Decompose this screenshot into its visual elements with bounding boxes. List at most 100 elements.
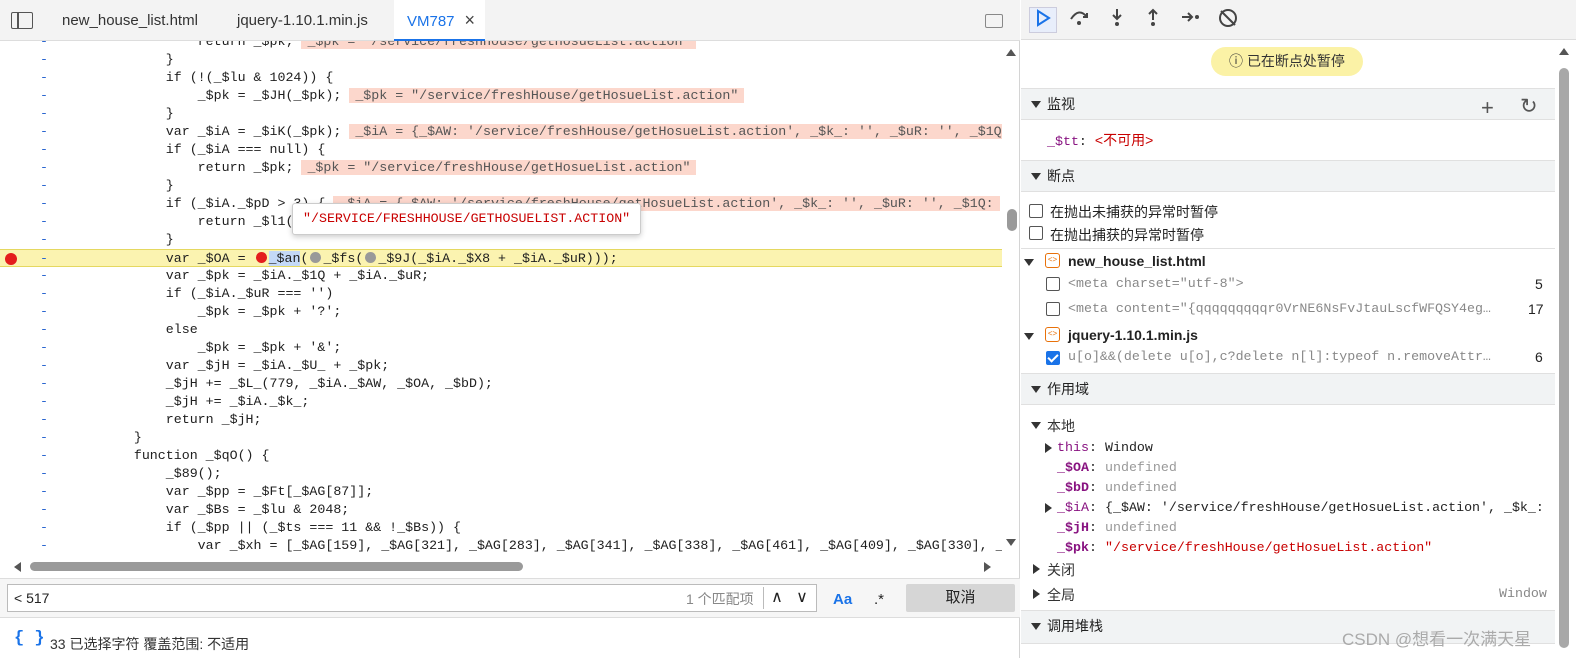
inline-breakpoint-icon[interactable]	[310, 252, 322, 263]
line-gutter[interactable]: -	[0, 195, 70, 213]
code-vertical-scrollbar[interactable]	[1004, 44, 1018, 554]
line-gutter[interactable]: -	[0, 447, 70, 465]
line-gutter[interactable]: -	[0, 411, 70, 429]
inline-breakpoint-icon[interactable]	[365, 252, 377, 263]
scope-local[interactable]: 本地	[1029, 415, 1549, 435]
scroll-up-icon[interactable]	[1559, 48, 1569, 55]
code-line[interactable]: - }	[0, 51, 1002, 69]
code-line[interactable]: - _$89();	[0, 465, 1002, 483]
code-line[interactable]: - }	[0, 429, 1002, 447]
refresh-icon[interactable]: ↻	[1520, 92, 1538, 122]
breakpoint-checkbox[interactable]	[1046, 302, 1060, 316]
code-line[interactable]: - if (_$iA._$uR === '')	[0, 285, 1002, 303]
scrollbar-thumb[interactable]	[30, 562, 523, 571]
cancel-button[interactable]: 取消	[906, 584, 1015, 612]
line-gutter[interactable]: -	[0, 393, 70, 411]
code-line[interactable]: - if (_$iA === null) {	[0, 141, 1002, 159]
scope-variable[interactable]: _$pk: "/service/freshHouse/getHosueList.a…	[1043, 539, 1553, 559]
scope-global[interactable]: 全局 Window	[1029, 584, 1549, 604]
line-gutter[interactable]: -	[0, 231, 70, 249]
code-line[interactable]: - _$pk = _$JH(_$pk); _$pk = "/service/fre…	[0, 87, 1002, 105]
line-gutter[interactable]: -	[0, 51, 70, 69]
add-watch-icon[interactable]: +	[1481, 93, 1494, 123]
regex-button[interactable]: .*	[874, 591, 884, 608]
code-line[interactable]: - var _$iA = _$iK(_$pk); _$iA = {_$AW: '/…	[0, 123, 1002, 141]
line-gutter[interactable]: -	[0, 375, 70, 393]
line-gutter[interactable]: -	[0, 141, 70, 159]
line-gutter[interactable]: -	[0, 87, 70, 105]
code-line[interactable]: - return _$pk; _$pk = "/service/freshHous…	[0, 41, 1002, 51]
step-into-icon[interactable]	[1103, 7, 1131, 33]
scroll-left-icon[interactable]	[14, 562, 21, 572]
line-gutter[interactable]: -	[0, 357, 70, 375]
scope-section-header[interactable]: 作用域	[1021, 373, 1555, 405]
line-gutter[interactable]: -	[0, 321, 70, 339]
scroll-right-icon[interactable]	[984, 562, 991, 572]
watch-expression[interactable]: _$tt: <不可用>	[1047, 130, 1153, 150]
code-line[interactable]: - return _$jH;	[0, 411, 1002, 429]
code-line[interactable]: - _$pk = _$pk + '&';	[0, 339, 1002, 357]
line-gutter[interactable]: -	[0, 213, 70, 231]
resume-icon[interactable]	[1029, 7, 1057, 33]
code-editor[interactable]: - return _$pk; _$pk = "/service/freshHous…	[0, 41, 1002, 558]
code-line[interactable]: - var _$jH = _$iA._$U_ + _$pk;	[0, 357, 1002, 375]
sidebar-scrollbar[interactable]	[1555, 40, 1575, 658]
code-line[interactable]: - return _$pk; _$pk = "/service/freshHous…	[0, 159, 1002, 177]
line-gutter[interactable]: -	[0, 465, 70, 483]
line-gutter[interactable]: -	[0, 159, 70, 177]
code-line[interactable]: - var _$pp = _$Ft[_$AG[87]];	[0, 483, 1002, 501]
scope-variable[interactable]: _$iA: {_$AW: '/service/freshHouse/getHosu…	[1043, 499, 1553, 519]
line-gutter[interactable]: -	[0, 339, 70, 357]
line-gutter[interactable]: -	[0, 303, 70, 321]
breakpoints-section-header[interactable]: 断点	[1021, 160, 1555, 192]
close-icon[interactable]: ×	[465, 0, 476, 41]
breakpoint-checkbox[interactable]	[1046, 351, 1060, 365]
previous-match-button[interactable]: ∧	[767, 588, 787, 608]
pause-caught-checkbox[interactable]	[1029, 226, 1043, 240]
step-out-icon[interactable]	[1139, 7, 1167, 33]
scrollbar-thumb[interactable]	[1007, 209, 1017, 231]
line-gutter[interactable]: -	[0, 285, 70, 303]
match-case-button[interactable]: Aa	[833, 591, 852, 608]
line-gutter[interactable]: -	[0, 123, 70, 141]
scope-variable[interactable]: _$bD: undefined	[1043, 479, 1553, 499]
code-line[interactable]: - _$jH += _$L_(779, _$iA._$AW, _$OA, _$b…	[0, 375, 1002, 393]
line-gutter[interactable]: -	[0, 537, 70, 555]
next-match-button[interactable]: ∨	[792, 588, 812, 608]
line-gutter[interactable]: -	[0, 429, 70, 447]
line-gutter[interactable]: -	[0, 69, 70, 87]
scope-variable[interactable]: this: Window	[1043, 439, 1553, 459]
step-over-icon[interactable]	[1065, 7, 1093, 33]
tab-new-house-list[interactable]: new_house_list.html	[62, 0, 198, 41]
scrollbar-thumb[interactable]	[1559, 68, 1569, 648]
tab-jquery[interactable]: jquery-1.10.1.min.js	[237, 0, 368, 41]
code-line[interactable]: - _$pk = _$pk + '?';	[0, 303, 1002, 321]
code-line[interactable]: - function _$qO() {	[0, 447, 1002, 465]
code-line[interactable]: - var _$xh = [_$AG[159], _$AG[321], _$AG…	[0, 537, 1002, 555]
scroll-up-icon[interactable]	[1006, 49, 1016, 56]
inline-breakpoint-icon[interactable]	[255, 252, 267, 263]
line-gutter[interactable]: -	[0, 501, 70, 519]
pause-uncaught-checkbox[interactable]	[1029, 204, 1043, 218]
line-gutter[interactable]: -	[0, 41, 70, 51]
code-line[interactable]: - else	[0, 321, 1002, 339]
breakpoint-file-jquery[interactable]: <> jquery-1.10.1.min.js	[1021, 325, 1555, 347]
code-line[interactable]: - var _$pk = _$iA._$1Q + _$iA._$uR;	[0, 267, 1002, 285]
line-gutter[interactable]: -	[0, 519, 70, 537]
line-gutter[interactable]: -	[0, 105, 70, 123]
scroll-down-icon[interactable]	[1006, 539, 1016, 546]
scope-closure[interactable]: 关闭	[1029, 559, 1549, 579]
code-horizontal-scrollbar[interactable]	[0, 558, 1002, 576]
code-line[interactable]: - _$jH += _$iA._$k_;	[0, 393, 1002, 411]
watch-section-header[interactable]: 监视 + ↻	[1021, 88, 1555, 120]
code-line[interactable]: - if (!(_$lu & 1024)) {	[0, 69, 1002, 87]
toggle-navigator-icon[interactable]	[11, 12, 33, 29]
tab-vm787[interactable]: VM787 ×	[394, 0, 486, 41]
code-line[interactable]: - var _$Bs = _$lu & 2048;	[0, 501, 1002, 519]
code-line[interactable]: - var _$OA = _$an(_$fs(_$9J(_$iA._$X8 + …	[0, 249, 1002, 267]
breakpoint-file-new-house-list[interactable]: <> new_house_list.html	[1021, 251, 1555, 273]
breakpoint-checkbox[interactable]	[1046, 277, 1060, 291]
toggle-debugger-icon[interactable]	[985, 14, 1003, 28]
scope-variable[interactable]: _$jH: undefined	[1043, 519, 1553, 539]
pretty-print-icon[interactable]: { }	[14, 629, 45, 648]
